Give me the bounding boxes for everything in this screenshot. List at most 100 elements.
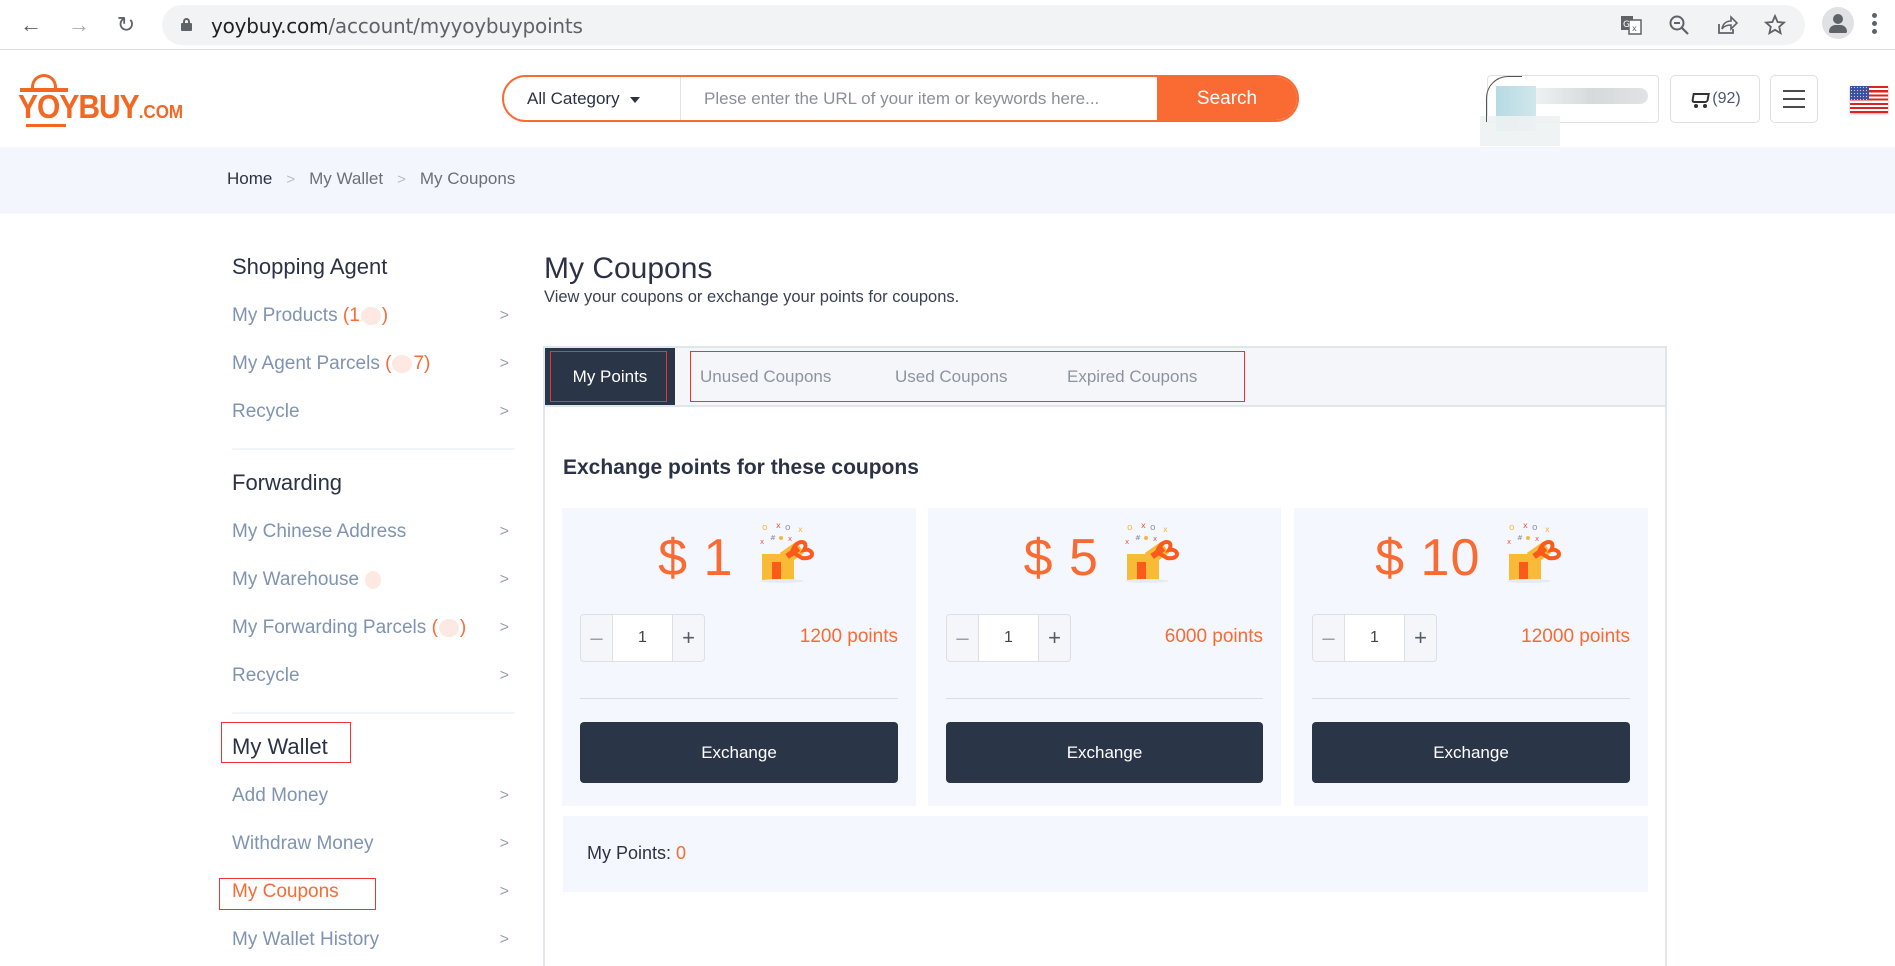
- back-icon[interactable]: ←: [16, 10, 46, 40]
- sidebar-item-add-money[interactable]: Add Money >: [232, 772, 515, 820]
- sidebar-item-recycle-forwarding[interactable]: Recycle >: [232, 652, 515, 700]
- chevron-right-icon: >: [499, 931, 509, 948]
- sidebar-heading-shopping-agent: Shopping Agent: [232, 254, 388, 279]
- search-button[interactable]: Search: [1157, 77, 1297, 120]
- sidebar-item-my-wallet-history[interactable]: My Wallet History >: [232, 916, 515, 964]
- decrease-button[interactable]: –: [947, 615, 978, 661]
- svg-text:x: x: [776, 521, 781, 530]
- exchange-button[interactable]: Exchange: [580, 722, 898, 783]
- increase-button[interactable]: +: [673, 615, 704, 661]
- sidebar-item-my-forwarding-parcels[interactable]: My Forwarding Parcels () >: [232, 604, 515, 652]
- sidebar-item-my-chinese-address[interactable]: My Chinese Address >: [232, 508, 515, 556]
- section-title: Exchange points for these coupons: [563, 456, 919, 479]
- page-title: My Coupons: [544, 252, 713, 285]
- chevron-right-icon: >: [286, 170, 296, 188]
- count-badge: (1): [342, 305, 389, 326]
- my-points-summary: My Points: 0: [563, 816, 1648, 892]
- search-bar: All Category Search: [502, 75, 1299, 122]
- breadcrumb-home[interactable]: Home: [227, 169, 272, 189]
- account-sidebar: Shopping Agent My Products (1) > My Agen…: [219, 250, 515, 964]
- breadcrumb-my-wallet[interactable]: My Wallet: [309, 169, 383, 189]
- svg-text:G: G: [1623, 20, 1630, 30]
- svg-text:o: o: [1127, 523, 1133, 533]
- svg-text:#: #: [770, 534, 776, 542]
- chevron-right-icon: >: [499, 403, 509, 420]
- chevron-right-icon: >: [499, 523, 509, 540]
- us-flag-icon[interactable]: [1850, 86, 1888, 113]
- divider: [232, 712, 515, 714]
- translate-icon[interactable]: Gx: [1619, 13, 1643, 37]
- search-input[interactable]: [681, 77, 1157, 120]
- sidebar-item-my-coupons[interactable]: My Coupons >: [219, 868, 515, 916]
- decrease-button[interactable]: –: [581, 615, 612, 661]
- quantity-stepper: – +: [946, 614, 1071, 662]
- coupon-card: $ 5 oxox#xx – + 6000 points Exchange: [928, 508, 1281, 806]
- quantity-stepper: – +: [580, 614, 705, 662]
- svg-text:o: o: [762, 523, 768, 533]
- gift-box-icon: o x o x # x x: [1499, 520, 1567, 584]
- coupon-amount: $ 5: [1023, 529, 1099, 587]
- zoom-out-icon[interactable]: [1667, 13, 1691, 37]
- points-cost: 6000 points: [1164, 626, 1263, 647]
- highlight-box: [221, 722, 351, 763]
- chevron-right-icon: >: [499, 571, 509, 588]
- gift-box-icon: o x o x # x x: [752, 520, 820, 584]
- chevron-right-icon: >: [499, 883, 509, 900]
- svg-text:o: o: [1150, 523, 1156, 533]
- count-badge: (7): [385, 353, 431, 374]
- share-icon[interactable]: [1715, 13, 1739, 37]
- points-cost: 12000 points: [1521, 626, 1630, 647]
- svg-text:#: #: [1517, 534, 1523, 542]
- svg-text:x: x: [1153, 535, 1157, 543]
- bookmark-star-icon[interactable]: [1763, 13, 1787, 37]
- cart-button[interactable]: (92): [1670, 75, 1760, 123]
- decrease-button[interactable]: –: [1313, 615, 1344, 661]
- increase-button[interactable]: +: [1039, 615, 1070, 661]
- quantity-input[interactable]: [978, 615, 1039, 661]
- breadcrumb-my-coupons: My Coupons: [419, 169, 516, 188]
- svg-text:o: o: [1509, 523, 1515, 533]
- profile-icon[interactable]: [1822, 7, 1854, 39]
- quantity-input[interactable]: [1344, 615, 1405, 661]
- sidebar-item-withdraw-money[interactable]: Withdraw Money >: [232, 820, 515, 868]
- sidebar-heading-my-wallet: My Wallet: [221, 722, 515, 764]
- yoybuy-logo[interactable]: YOYBUY.COM: [18, 74, 183, 129]
- user-account-box[interactable]: [1480, 75, 1659, 146]
- svg-text:x: x: [1163, 525, 1168, 534]
- chevron-right-icon: >: [499, 667, 509, 684]
- sidebar-item-my-products[interactable]: My Products (1) >: [232, 292, 515, 340]
- divider: [232, 448, 515, 450]
- coupon-amount: $ 10: [1375, 529, 1481, 587]
- more-menu-icon[interactable]: [1872, 13, 1878, 37]
- quantity-input[interactable]: [612, 615, 673, 661]
- breadcrumb-band: Home > My Wallet > My Coupons: [0, 147, 1895, 214]
- url-text[interactable]: yoybuy.com/account/myyoybuypoints: [211, 14, 583, 38]
- my-points-value: 0: [676, 843, 687, 863]
- caret-down-icon: [629, 97, 640, 103]
- forward-icon[interactable]: →: [64, 10, 94, 40]
- coupon-card: $ 1 oxox#xx – + 1200 points Exchange: [562, 508, 916, 806]
- svg-text:x: x: [1125, 538, 1129, 546]
- sidebar-item-my-warehouse[interactable]: My Warehouse >: [232, 556, 515, 604]
- chevron-right-icon: >: [499, 355, 509, 372]
- category-dropdown[interactable]: All Category: [504, 77, 681, 120]
- sidebar-item-recycle-agent[interactable]: Recycle >: [232, 388, 515, 436]
- sidebar-heading-forwarding: Forwarding: [232, 470, 343, 495]
- divider: [1312, 698, 1630, 699]
- reload-icon[interactable]: ↻: [111, 10, 141, 40]
- chevron-right-icon: >: [499, 835, 509, 852]
- highlight-box: [690, 351, 1245, 402]
- coupon-card: $ 10 oxox#xx – + 12000 points Exchange: [1294, 508, 1648, 806]
- hamburger-menu-button[interactable]: [1770, 75, 1818, 123]
- exchange-button[interactable]: Exchange: [1312, 722, 1630, 783]
- breadcrumb: Home > My Wallet > My Coupons: [227, 169, 515, 189]
- chevron-right-icon: >: [499, 619, 509, 636]
- coupons-panel: My Points Unused Coupons Used Coupons Ex…: [543, 346, 1667, 966]
- cart-icon: [1689, 90, 1711, 108]
- sidebar-item-my-agent-parcels[interactable]: My Agent Parcels (7) >: [232, 340, 515, 388]
- address-bar[interactable]: yoybuy.com/account/myyoybuypoints Gx: [162, 5, 1805, 45]
- chevron-right-icon: >: [499, 307, 509, 324]
- increase-button[interactable]: +: [1405, 615, 1436, 661]
- highlight-box: [550, 351, 667, 402]
- exchange-button[interactable]: Exchange: [946, 722, 1263, 783]
